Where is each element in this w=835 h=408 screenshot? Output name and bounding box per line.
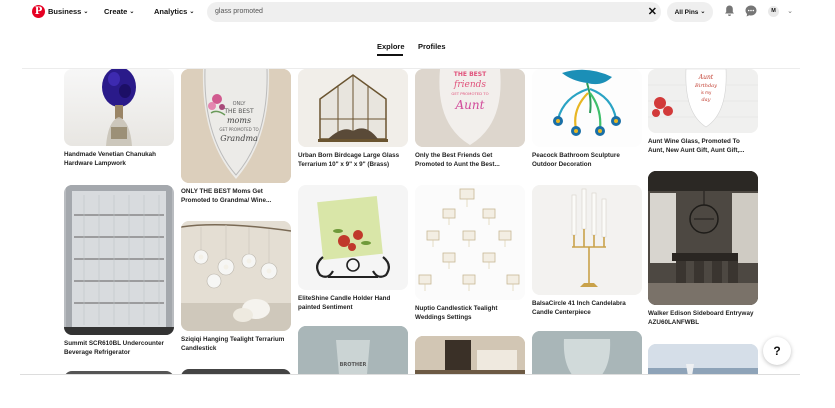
pin-image [648, 171, 758, 305]
aunt-glass-text-2: Birthday [694, 83, 717, 89]
pin-image [181, 221, 291, 331]
pin-card[interactable]: Peacock Bathroom Sculpture Outdoor Decor… [532, 69, 642, 169]
pin-card[interactable]: Urban Born Birdcage Large Glass Terrariu… [298, 69, 408, 169]
pin-card[interactable]: ONLY THE BEST moms GET PROMOTED TO Grand… [181, 69, 291, 205]
pin-caption: Aunt Wine Glass, Promoted To Aunt, New A… [648, 138, 745, 154]
nav-analytics-label: Analytics [154, 7, 188, 16]
pin-card[interactable]: BalsaCircle 41 Inch Candelabra Candle Ce… [532, 185, 642, 317]
pin-image [298, 69, 408, 147]
search-input[interactable]: glass promoted ✕ [207, 2, 661, 22]
pin-image [532, 331, 642, 374]
pin-image [532, 69, 642, 147]
pin-card[interactable]: THE BEST friends GET PROMOTED TO Aunt On… [415, 69, 525, 169]
clear-search-icon[interactable]: ✕ [648, 6, 657, 18]
pin-caption: Sziqiqi Hanging Tealight Terrarium Candl… [181, 336, 285, 352]
pin-caption: Only the Best Friends Get Promoted to Au… [415, 152, 500, 168]
nav-analytics[interactable]: Analytics ⌄ [154, 7, 194, 16]
moms-glass-text-4: GET PROMOTED TO [219, 127, 258, 132]
moms-glass-text-1: ONLY [233, 101, 247, 107]
aunt-glass-text-3: is my [701, 90, 712, 95]
nav-business[interactable]: Business ⌄ [48, 7, 88, 16]
pin-caption: Handmade Venetian Chanukah Hardware Lamp… [64, 151, 157, 167]
nav-create-label: Create [104, 7, 128, 16]
pin-caption: Walker Edison Sideboard Entryway AZU60LA… [648, 310, 754, 326]
pin-card[interactable]: BROTHER [298, 326, 408, 374]
moms-glass-text-3: moms [227, 116, 251, 125]
pint-glass-text-1: BROTHER [340, 362, 367, 368]
chevron-down-icon: ⌄ [83, 9, 89, 15]
pin-card[interactable] [532, 331, 642, 374]
search-input-value: glass promoted [215, 8, 263, 15]
pin-caption: BalsaCircle 41 Inch Candelabra Candle Ce… [532, 300, 626, 316]
nav-create[interactable]: Create ⌄ [104, 7, 134, 16]
pin-image: Aunt Birthday is my day [648, 69, 758, 133]
all-pins-filter-dropdown[interactable]: All Pins ⌄ [667, 2, 713, 22]
active-tab-underline [377, 54, 403, 56]
pin-caption: Summit SCR610BL Undercounter Beverage Re… [64, 340, 164, 356]
pin-card[interactable] [648, 344, 758, 374]
pin-card[interactable]: Nuptio Candlestick Tealight Weddings Set… [415, 185, 525, 322]
pin-image [532, 185, 642, 295]
friends-glass-text-4: Aunt [455, 98, 485, 112]
pin-card[interactable]: Summit SCR610BL Undercounter Beverage Re… [64, 185, 174, 357]
moms-glass-text-5: Grandma [220, 134, 258, 143]
pin-grid: Handmade Venetian Chanukah Hardware Lamp… [0, 69, 835, 374]
bottom-divider [20, 374, 800, 375]
pin-image [298, 185, 408, 290]
pin-caption: EliteShine Candle Holder Hand painted Se… [298, 295, 391, 311]
pin-caption: Peacock Bathroom Sculpture Outdoor Decor… [532, 152, 620, 168]
nav-business-label: Business [48, 7, 82, 16]
avatar[interactable]: M [768, 6, 779, 17]
chevron-down-icon: ⌄ [700, 9, 706, 15]
moms-glass-text-2: THE BEST [223, 108, 254, 115]
pin-caption: ONLY THE BEST Moms Get Promoted to Grand… [181, 188, 272, 204]
pin-card[interactable] [415, 336, 525, 374]
all-pins-filter-label: All Pins [674, 9, 699, 16]
pin-card[interactable]: Walker Edison Sideboard Entryway AZU60LA… [648, 171, 758, 327]
aunt-glass-text-1: Aunt [698, 74, 714, 81]
pin-card[interactable]: Aunt Birthday is my day Aunt Wine Glass,… [648, 69, 758, 155]
top-navigation-bar: P Business ⌄ Create ⌄ Analytics ⌄ glass pro… [0, 0, 835, 24]
pin-image: ONLY THE BEST moms GET PROMOTED TO Grand… [181, 69, 291, 183]
account-chevron-down-icon[interactable]: ⌄ [783, 5, 797, 19]
friends-glass-text-2: friends [453, 80, 486, 90]
friends-glass-text-3: GET PROMOTED TO [451, 91, 488, 96]
help-button[interactable]: ? [763, 337, 791, 365]
messages-icon[interactable] [744, 5, 758, 19]
pin-image [648, 344, 758, 374]
pin-image: THE BEST friends GET PROMOTED TO Aunt [415, 69, 525, 147]
friends-glass-text-1: THE BEST [454, 71, 487, 78]
chevron-down-icon: ⌄ [129, 9, 135, 15]
aunt-glass-text-4: day [701, 97, 710, 103]
pin-caption: Urban Born Birdcage Large Glass Terrariu… [298, 152, 400, 168]
pin-image [64, 185, 174, 335]
pin-card[interactable]: Handmade Venetian Chanukah Hardware Lamp… [64, 69, 174, 168]
pin-card[interactable]: EliteShine Candle Holder Hand painted Se… [298, 185, 408, 312]
chevron-down-icon: ⌄ [189, 9, 195, 15]
tab-profiles[interactable]: Profiles [418, 42, 446, 51]
pin-image [415, 185, 525, 300]
pin-image [64, 69, 174, 146]
pinterest-logo-icon[interactable]: P [32, 5, 45, 18]
pin-image: BROTHER [298, 326, 408, 374]
tab-explore[interactable]: Explore [377, 42, 405, 51]
pin-image [415, 336, 525, 374]
pin-caption: Nuptio Candlestick Tealight Weddings Set… [415, 305, 498, 321]
pin-card[interactable]: Sziqiqi Hanging Tealight Terrarium Candl… [181, 221, 291, 353]
notifications-bell-icon[interactable] [722, 5, 736, 19]
